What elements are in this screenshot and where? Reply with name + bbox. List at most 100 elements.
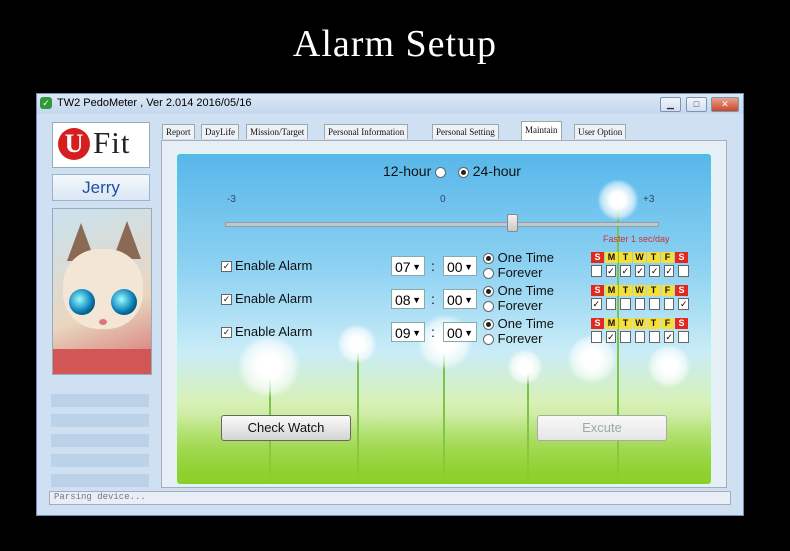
day-checkbox[interactable]: ✓	[620, 265, 631, 277]
clock-12-radio[interactable]	[435, 166, 447, 178]
day-header: W	[633, 285, 646, 296]
tab-user-option[interactable]: User Option	[574, 124, 627, 139]
days-header: SMTWTFS	[591, 318, 693, 329]
alarm-1-enable-label: Enable Alarm	[235, 258, 313, 273]
day-checkbox[interactable]: ✓	[649, 265, 660, 277]
alarm-3-hour-select[interactable]: 09 ▼	[391, 322, 425, 342]
day-checkbox[interactable]	[591, 331, 602, 343]
chevron-down-icon: ▼	[464, 262, 473, 272]
cat-eye-right	[111, 289, 137, 315]
alarm-3-onetime-radio[interactable]	[483, 319, 494, 331]
day-checkbox[interactable]	[620, 331, 631, 343]
days-header: SMTWTFS	[591, 252, 693, 263]
alarm-2-mode-group: One Time Forever	[483, 283, 554, 313]
alarm-1-forever-radio[interactable]	[483, 268, 494, 280]
day-checkbox[interactable]	[649, 298, 660, 310]
day-checkbox[interactable]: ✓	[605, 265, 617, 277]
alarm-2-forever-radio[interactable]	[483, 301, 494, 313]
chevron-down-icon: ▼	[412, 295, 421, 305]
day-header: T	[619, 252, 632, 263]
day-checkbox[interactable]: ✓	[678, 298, 690, 310]
day-checkbox[interactable]	[634, 298, 646, 310]
chevron-down-icon: ▼	[464, 295, 473, 305]
day-checkbox[interactable]: ✓	[663, 265, 675, 277]
cat-head	[63, 249, 143, 329]
day-header: T	[619, 285, 632, 296]
day-header: M	[605, 252, 618, 263]
check-watch-button[interactable]: Check Watch	[221, 415, 351, 441]
alarm-1-days: SMTWTFS ✓ ✓ ✓ ✓ ✓	[591, 252, 693, 277]
day-checkbox[interactable]: ✓	[605, 331, 617, 343]
window-title: TW2 PedoMeter , Ver 2.014 2016/05/16	[57, 97, 252, 109]
chevron-down-icon: ▼	[464, 328, 473, 338]
decor-flower	[507, 349, 543, 385]
maximize-icon: □	[693, 99, 700, 109]
alarm-3-separator: :	[431, 324, 435, 340]
day-checkbox[interactable]	[591, 265, 602, 277]
day-header: W	[633, 318, 646, 329]
cat-eye-left	[69, 289, 95, 315]
chevron-down-icon: ▼	[412, 328, 421, 338]
day-header: S	[675, 285, 688, 296]
tab-personal-setting[interactable]: Personal Setting	[432, 124, 499, 139]
day-checkbox[interactable]	[620, 298, 631, 310]
alarm-3-enable-checkbox[interactable]: ✓	[221, 327, 232, 338]
alarm-2-days: SMTWTFS ✓ ✓	[591, 285, 693, 310]
day-checkbox[interactable]	[678, 331, 690, 343]
day-header: T	[647, 285, 660, 296]
cat-nose	[99, 319, 107, 325]
day-checkbox[interactable]	[649, 331, 660, 343]
alarm-1-separator: :	[431, 258, 435, 274]
alarm-1-onetime-radio[interactable]	[483, 253, 494, 265]
day-checkbox[interactable]: ✓	[634, 265, 646, 277]
ufit-logo: U Fit	[52, 122, 150, 168]
day-header: S	[591, 318, 604, 329]
time-adjust-slider[interactable]	[225, 222, 659, 227]
alarm-2-separator: :	[431, 291, 435, 307]
time-adjust-thumb[interactable]	[507, 214, 518, 232]
close-button[interactable]: ✕	[711, 97, 739, 112]
day-checkbox[interactable]	[663, 298, 675, 310]
alarm-1-forever-label: Forever	[497, 265, 543, 280]
minimize-button[interactable]: ▁	[660, 97, 681, 112]
alarm-3-forever-radio[interactable]	[483, 334, 494, 346]
page-title: Alarm Setup	[292, 23, 498, 65]
avatar	[52, 208, 152, 375]
alarm-2-hour-value: 08	[395, 292, 411, 308]
tab-daylife[interactable]: DayLife	[201, 124, 239, 139]
alarm-1-enable-checkbox[interactable]: ✓	[221, 261, 232, 272]
day-checkbox[interactable]	[605, 298, 617, 310]
alarm-1-hour-select[interactable]: 07 ▼	[391, 256, 425, 276]
maximize-button[interactable]: □	[686, 97, 707, 112]
alarm-3-minute-select[interactable]: 00 ▼	[443, 322, 477, 342]
decor-flower	[337, 324, 377, 364]
tab-personal-information[interactable]: Personal Information	[324, 124, 409, 139]
logo-u: U	[58, 128, 90, 160]
alarm-2-minute-select[interactable]: 00 ▼	[443, 289, 477, 309]
alarm-2-onetime-radio[interactable]	[483, 286, 494, 298]
clock-24-label: 24-hour	[472, 163, 521, 179]
decor-flower	[237, 334, 301, 398]
tab-mission-target[interactable]: Mission/Target	[246, 124, 309, 139]
alarm-2-day-checkboxes: ✓ ✓	[591, 298, 693, 310]
day-header: W	[633, 252, 646, 263]
excute-button[interactable]: Excute	[537, 415, 667, 441]
alarm-1-minute-select[interactable]: 00 ▼	[443, 256, 477, 276]
decor-flower	[597, 179, 639, 221]
day-header: S	[675, 318, 688, 329]
day-checkbox[interactable]: ✓	[591, 298, 602, 310]
tab-maintain[interactable]: Maintain	[521, 121, 562, 140]
tab-report[interactable]: Report	[162, 124, 195, 139]
sidebar-stripe	[51, 454, 149, 467]
alarm-2-enable-checkbox[interactable]: ✓	[221, 294, 232, 305]
alarm-3-days: SMTWTFS ✓ ✓	[591, 318, 693, 343]
day-checkbox[interactable]	[678, 265, 690, 277]
alarm-2-hour-select[interactable]: 08 ▼	[391, 289, 425, 309]
alarm-2-minute-value: 00	[447, 292, 463, 308]
day-checkbox[interactable]: ✓	[663, 331, 675, 343]
alarm-1-mode-group: One Time Forever	[483, 250, 554, 280]
alarm-3-mode-group: One Time Forever	[483, 316, 554, 346]
day-checkbox[interactable]	[634, 331, 646, 343]
adjust-min-label: -3	[227, 194, 236, 205]
clock-24-radio[interactable]	[457, 166, 469, 178]
